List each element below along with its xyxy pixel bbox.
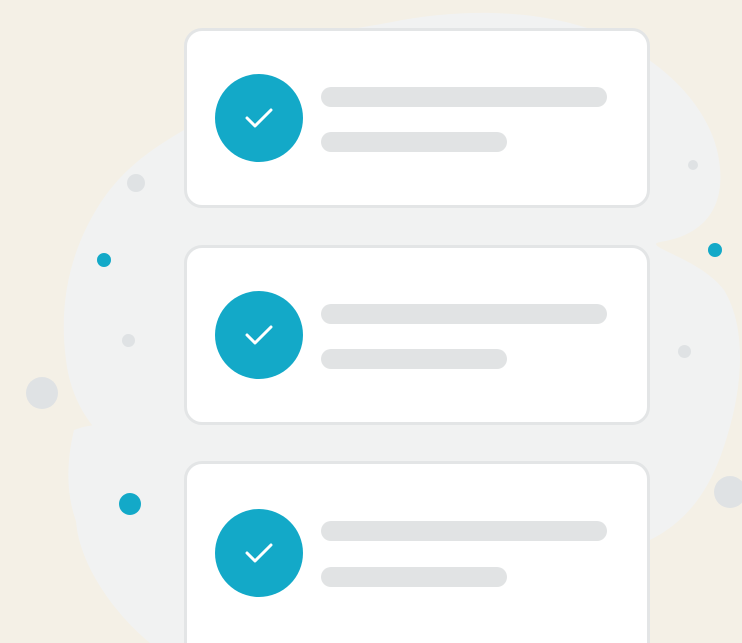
checklist-card xyxy=(184,28,650,208)
grey-dot xyxy=(127,174,145,192)
grey-dot xyxy=(122,334,135,347)
grey-dot xyxy=(714,476,742,508)
blue-dot xyxy=(97,253,111,267)
placeholder-line-short xyxy=(321,567,507,587)
grey-dot xyxy=(678,345,691,358)
placeholder-line-long xyxy=(321,304,607,324)
placeholder-line-short xyxy=(321,349,507,369)
placeholder-line-short xyxy=(321,132,507,152)
grey-dot xyxy=(688,160,698,170)
placeholder-line-long xyxy=(321,87,607,107)
blue-dot xyxy=(708,243,722,257)
checklist-card xyxy=(184,245,650,425)
checklist-card xyxy=(184,461,650,643)
grey-dot xyxy=(26,377,58,409)
check-icon xyxy=(215,509,303,597)
blue-dot xyxy=(119,493,141,515)
check-icon xyxy=(215,291,303,379)
check-icon xyxy=(215,74,303,162)
illustration-stage xyxy=(0,0,742,643)
placeholder-line-long xyxy=(321,521,607,541)
